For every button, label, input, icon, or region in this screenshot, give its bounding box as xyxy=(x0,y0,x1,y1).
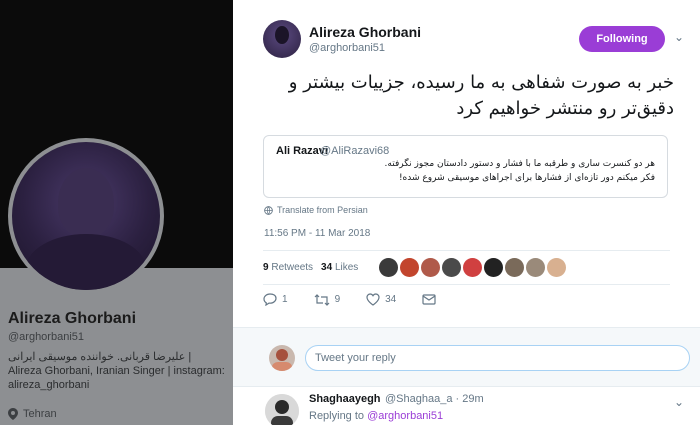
location-pin-icon xyxy=(8,408,18,420)
globe-icon xyxy=(264,205,273,215)
divider xyxy=(263,284,670,285)
retweets-label: Retweets xyxy=(271,262,314,273)
replying-to: Replying to @arghorbani51 xyxy=(309,410,443,422)
tweet-text: خبر به صورت شفاهی به ما رسیده، جزییات بی… xyxy=(288,72,674,119)
chevron-down-icon[interactable]: ⌄ xyxy=(674,30,684,44)
liker-avatar[interactable] xyxy=(421,258,440,277)
tweet-modal: Alireza Ghorbani @arghorbani51 Following… xyxy=(233,0,700,425)
tweet-actions: 1 9 34 xyxy=(263,293,462,306)
message-button[interactable] xyxy=(422,294,436,305)
current-user-avatar xyxy=(269,345,295,371)
replying-to-handle[interactable]: @arghorbani51 xyxy=(367,410,443,422)
liker-avatar[interactable] xyxy=(526,258,545,277)
reply-author-meta: @Shaghaa_a · 29m xyxy=(385,393,484,405)
author-avatar[interactable] xyxy=(263,20,301,58)
reply-icon xyxy=(263,293,277,306)
reply-author-avatar[interactable] xyxy=(265,394,299,425)
reply-composer: Tweet your reply xyxy=(233,327,700,387)
likes-label: Likes xyxy=(334,262,359,273)
likes-stat[interactable]: 34 Likes xyxy=(321,262,358,273)
retweet-icon xyxy=(314,293,329,306)
avatar-head-shape xyxy=(58,168,114,238)
like-count: 34 xyxy=(385,294,397,305)
avatar-body-shape xyxy=(26,234,146,290)
liker-avatar[interactable] xyxy=(484,258,503,277)
liker-avatar[interactable] xyxy=(379,258,398,277)
profile-bio: علیرضا قربانی. خواننده موسیقی ایرانی | A… xyxy=(8,351,225,391)
profile-avatar[interactable] xyxy=(12,142,160,290)
heart-icon xyxy=(366,293,380,306)
author-handle[interactable]: @arghorbani51 xyxy=(309,42,385,54)
chevron-down-icon[interactable]: ⌄ xyxy=(674,395,684,409)
liker-avatar[interactable] xyxy=(547,258,566,277)
divider xyxy=(263,250,670,251)
liker-avatar[interactable] xyxy=(505,258,524,277)
profile-location: Tehran xyxy=(8,408,57,420)
reply-count: 1 xyxy=(282,294,288,305)
quote-author-handle: @AliRazavi68 xyxy=(320,145,390,157)
tweet-timestamp[interactable]: 11:56 PM - 11 Mar 2018 xyxy=(264,228,370,239)
envelope-icon xyxy=(422,294,436,305)
following-button[interactable]: Following xyxy=(579,26,665,52)
liker-avatar[interactable] xyxy=(400,258,419,277)
quote-text-line: فکر میکنم دور تازه‌ای از فشارها برای اجر… xyxy=(398,173,655,183)
liker-avatar[interactable] xyxy=(463,258,482,277)
quoted-tweet[interactable]: Ali Razavi @AliRazavi68 هر دو کنسرت ساری… xyxy=(263,135,668,198)
like-button[interactable]: 34 xyxy=(366,293,396,306)
retweets-stat[interactable]: 9 Retweets xyxy=(263,262,313,273)
liker-avatar[interactable] xyxy=(442,258,461,277)
translate-label: Translate from Persian xyxy=(277,205,368,215)
translate-link[interactable]: Translate from Persian xyxy=(264,205,368,215)
location-label: Tehran xyxy=(23,408,57,420)
tweet-stats: 9 Retweets 34 Likes xyxy=(263,262,358,273)
profile-handle: @arghorbani51 xyxy=(8,331,84,343)
reply-author-name[interactable]: Shaghaayegh xyxy=(309,393,381,405)
likes-count: 34 xyxy=(321,262,333,273)
reply-input[interactable]: Tweet your reply xyxy=(305,345,690,371)
retweets-count: 9 xyxy=(263,262,269,273)
likers-avatars xyxy=(379,258,566,277)
retweet-count: 9 xyxy=(334,294,341,305)
quote-text-line: هر دو کنسرت ساری و طرقبه ما با فشار و دس… xyxy=(384,159,655,169)
replying-to-label: Replying to xyxy=(309,410,365,422)
retweet-button[interactable]: 9 xyxy=(314,293,341,306)
reply-button[interactable]: 1 xyxy=(263,293,288,306)
author-name[interactable]: Alireza Ghorbani xyxy=(309,24,421,40)
profile-name[interactable]: Alireza Ghorbani xyxy=(8,310,136,328)
